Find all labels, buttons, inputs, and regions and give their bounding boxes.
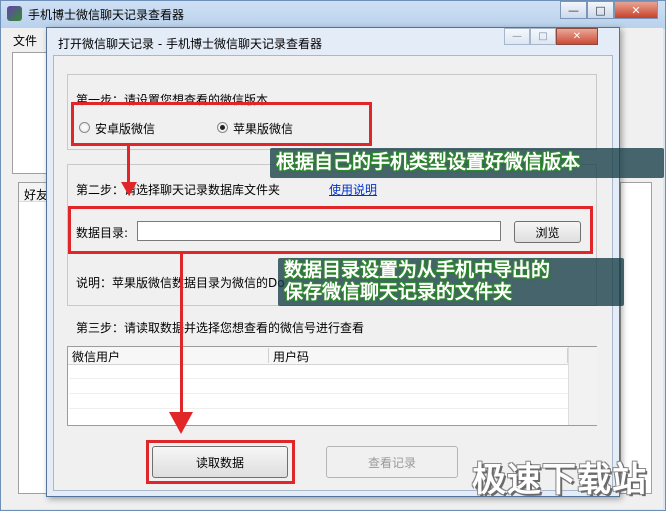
arrow-down-icon <box>169 412 193 434</box>
arrow-line <box>180 254 183 414</box>
highlight-version-box <box>71 102 372 146</box>
dialog-maximize-button[interactable]: □ <box>530 28 556 45</box>
dialog-minimize-button[interactable]: — <box>504 28 530 45</box>
menu-file[interactable]: 文件 <box>13 32 37 49</box>
main-window-controls: — □ ✕ <box>560 1 658 19</box>
dialog-controls: — □ ✕ <box>504 28 598 45</box>
column-header-code[interactable]: 用户码 <box>273 348 309 365</box>
step3-label: 第三步：请读取数据并选择您想查看的微信号进行查看 <box>76 321 365 335</box>
main-close-button[interactable]: ✕ <box>614 1 658 19</box>
help-link[interactable]: 使用说明 <box>329 181 377 198</box>
arrow-down-icon <box>121 182 137 196</box>
app-icon <box>7 6 22 21</box>
friend-list-header-label: 好友 <box>24 188 49 202</box>
callout-version: 根据自己的手机类型设置好微信版本 <box>276 151 581 173</box>
step2-label: 第二步：请选择聊天记录数据库文件夹 <box>76 183 281 197</box>
watermark-logo: 极速下载站 <box>472 460 647 500</box>
dialog-close-button[interactable]: ✕ <box>556 28 598 45</box>
arrow-line <box>127 146 130 184</box>
background-panel-right <box>620 182 652 494</box>
main-maximize-button[interactable]: □ <box>587 1 614 19</box>
table-row <box>69 408 568 409</box>
table-row <box>69 378 568 379</box>
highlight-data-dir-box <box>68 206 593 254</box>
main-minimize-button[interactable]: — <box>560 1 587 19</box>
dialog-title: 打开微信聊天记录 - 手机博士微信聊天记录查看器 <box>58 37 322 51</box>
main-window-title: 手机博士微信聊天记录查看器 <box>28 8 185 22</box>
table-header-row <box>68 347 568 365</box>
view-records-button: 查看记录 <box>326 446 458 478</box>
background-panel-top <box>12 52 50 174</box>
column-separator <box>268 348 269 363</box>
table-scroll-area <box>568 347 597 425</box>
column-header-user[interactable]: 微信用户 <box>72 348 120 365</box>
highlight-read-button-box <box>146 440 295 484</box>
callout-dir-line2: 保存微信聊天记录的文件夹 <box>284 281 513 303</box>
table-row <box>69 393 568 394</box>
